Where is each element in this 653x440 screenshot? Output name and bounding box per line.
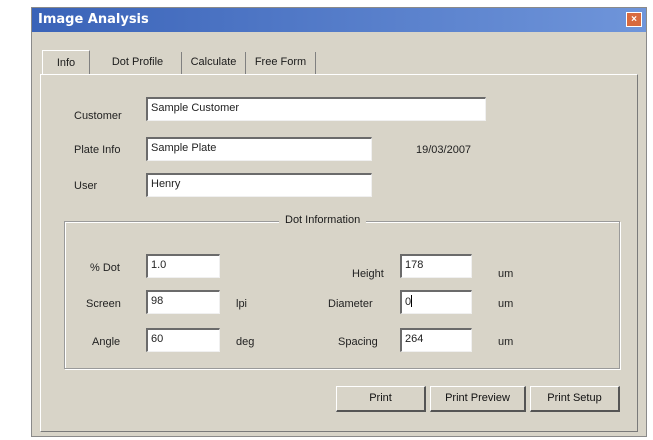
dot-information-title: Dot Information [279, 214, 367, 226]
spacing-unit: um [498, 336, 514, 348]
customer-input[interactable]: Sample Customer [146, 97, 486, 121]
user-input[interactable]: Henry [146, 173, 372, 197]
angle-input[interactable]: 60 [146, 328, 220, 352]
tab-info[interactable]: Info [42, 50, 90, 74]
angle-label: Angle [92, 336, 121, 348]
print-preview-button[interactable]: Print Preview [430, 386, 526, 412]
title-bar[interactable]: Image Analysis × [32, 8, 646, 32]
height-input[interactable]: 178 [400, 254, 472, 278]
image-analysis-window: Image Analysis × Info Dot Profile Calcul… [31, 7, 647, 437]
spacing-input[interactable]: 264 [400, 328, 472, 352]
height-unit: um [498, 268, 514, 280]
diameter-unit: um [498, 298, 514, 310]
screen-label: Screen [86, 298, 121, 310]
user-label: User [74, 180, 98, 192]
screen-unit: lpi [236, 298, 248, 310]
close-button[interactable]: × [626, 12, 642, 27]
window-title: Image Analysis [38, 12, 149, 27]
print-button[interactable]: Print [336, 386, 426, 412]
tab-dot-profile[interactable]: Dot Profile [94, 52, 182, 74]
percent-dot-label: % Dot [90, 262, 120, 274]
percent-dot-input[interactable]: 1.0 [146, 254, 220, 278]
tab-free-form[interactable]: Free Form [246, 52, 316, 74]
diameter-label: Diameter [328, 298, 373, 310]
plate-info-input[interactable]: Sample Plate [146, 137, 372, 161]
text-caret [411, 295, 413, 307]
close-icon: × [631, 14, 637, 25]
height-label: Height [352, 268, 384, 280]
spacing-label: Spacing [338, 336, 378, 348]
screen-input[interactable]: 98 [146, 290, 220, 314]
date-text: 19/03/2007 [416, 144, 472, 156]
plate-info-label: Plate Info [74, 144, 121, 156]
tab-calculate[interactable]: Calculate [182, 52, 246, 74]
customer-label: Customer [74, 110, 122, 122]
angle-unit: deg [236, 336, 255, 348]
print-setup-button[interactable]: Print Setup [530, 386, 620, 412]
diameter-input[interactable]: 0 [400, 290, 472, 314]
